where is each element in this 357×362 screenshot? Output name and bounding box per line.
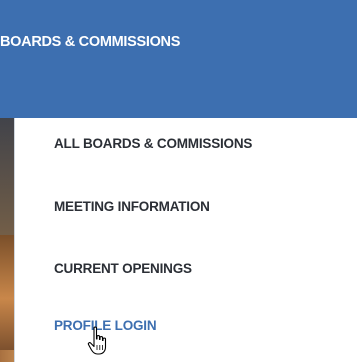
hand-pointer-icon	[87, 326, 107, 355]
background-photo-edge	[0, 235, 14, 362]
menu-item-all-boards[interactable]: ALL BOARDS & COMMISSIONS	[54, 136, 252, 151]
menu-item-meeting-information[interactable]: MEETING INFORMATION	[54, 199, 210, 214]
nav-menu-label: BOARDS & COMMISSIONS	[0, 34, 181, 50]
page: BOARDS & COMMISSIONS ALL BOARDS & COMMIS…	[0, 0, 357, 362]
menu-item-current-openings[interactable]: CURRENT OPENINGS	[54, 261, 192, 276]
nav-menu-boards-commissions[interactable]: BOARDS & COMMISSIONS	[0, 0, 357, 118]
